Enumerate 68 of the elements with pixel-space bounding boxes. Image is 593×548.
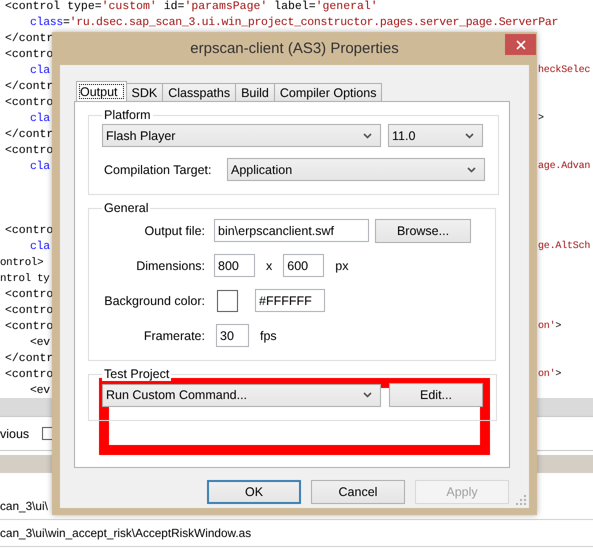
code-line: heckSelec xyxy=(538,64,590,78)
code-line: on'> xyxy=(538,320,562,334)
input-field[interactable]: 600 xyxy=(283,254,324,277)
code-line: ge.AltSch xyxy=(538,240,590,254)
field-label: Output file: xyxy=(144,224,206,238)
tab[interactable]: SDK xyxy=(126,83,164,101)
dropdown[interactable]: 11.0 xyxy=(388,124,483,147)
input-field[interactable]: 800 xyxy=(214,254,255,277)
unit-label: px xyxy=(335,258,348,272)
code-line: <ev xyxy=(30,335,50,351)
code-line: age.Advan xyxy=(538,160,590,174)
code-line: </contr xyxy=(5,79,54,95)
code-line: <contro xyxy=(5,319,54,335)
previous-button[interactable]: vious xyxy=(0,426,30,440)
code-line: <contro xyxy=(5,223,54,239)
unit-label: fps xyxy=(260,328,277,342)
dialog-button[interactable]: Cancel xyxy=(311,480,405,504)
code-line: <ev xyxy=(30,383,50,398)
tab[interactable]: Build xyxy=(235,83,275,101)
code-line: <contro xyxy=(5,367,54,383)
code-line: on'> xyxy=(538,368,562,382)
group-label: Test Project xyxy=(102,367,172,381)
code-line: ontrol> xyxy=(0,256,44,271)
code-line: cla xyxy=(30,159,50,175)
code-line: <contro xyxy=(5,287,54,303)
resize-grip-icon xyxy=(516,495,526,505)
code-line: <control type='custom' id='paramsPage' label='general' xyxy=(5,0,378,15)
group-label: Platform xyxy=(102,108,153,122)
code-line: cla xyxy=(30,239,50,255)
dropdown[interactable]: Flash Player xyxy=(102,124,381,147)
code-line: > xyxy=(538,112,544,126)
dropdown[interactable]: Run Custom Command... xyxy=(102,384,381,406)
code-line: </contr xyxy=(5,31,54,47)
close-button[interactable] xyxy=(505,34,536,55)
field-label: Compilation Target: xyxy=(103,162,212,176)
code-line: </contr xyxy=(5,351,54,367)
group-label: General xyxy=(102,201,150,215)
input-field[interactable]: 30 xyxy=(216,324,249,347)
color-swatch[interactable] xyxy=(217,290,238,312)
close-icon xyxy=(516,40,526,50)
tab[interactable]: Output xyxy=(76,81,127,102)
code-line: class='ru.dsec.sap_scan_3.ui.win_project_constructor.pages.server_page.ServerPar xyxy=(30,15,558,31)
tab[interactable]: Classpaths xyxy=(162,83,236,101)
tab[interactable]: Compiler Options xyxy=(274,83,382,101)
chevron-icon xyxy=(363,132,372,138)
dialog-button[interactable]: OK xyxy=(207,480,301,504)
input-field[interactable]: #FFFFFF xyxy=(255,289,325,312)
edit-button[interactable]: Edit... xyxy=(389,383,483,407)
code-line: <contro xyxy=(5,143,54,159)
code-line: cla xyxy=(30,111,50,127)
code-line: <contro xyxy=(5,47,54,63)
code-line: ntrol ty xyxy=(0,272,50,287)
code-line: cla xyxy=(30,63,50,79)
field-label: x xyxy=(266,258,272,272)
code-line: <contro xyxy=(5,303,54,319)
result-item[interactable]: can_3\ui\win_accept_risk\AcceptRiskWindow.as xyxy=(0,520,593,547)
chevron-icon xyxy=(465,132,474,138)
input-field[interactable]: bin\erpscanclient.swf xyxy=(214,219,369,242)
code-line: <contro xyxy=(5,95,54,111)
chevron-icon xyxy=(467,166,476,172)
field-label: Framerate: xyxy=(142,328,206,342)
browse-button[interactable]: Browse... xyxy=(375,218,471,242)
field-label: Dimensions: xyxy=(135,258,206,272)
chevron-icon xyxy=(363,392,372,398)
window-title: erpscan-client (AS3) Properties xyxy=(190,40,399,57)
dropdown[interactable]: Application xyxy=(227,158,485,181)
field-label: Background color: xyxy=(103,294,206,308)
code-line: </contr xyxy=(5,127,54,143)
